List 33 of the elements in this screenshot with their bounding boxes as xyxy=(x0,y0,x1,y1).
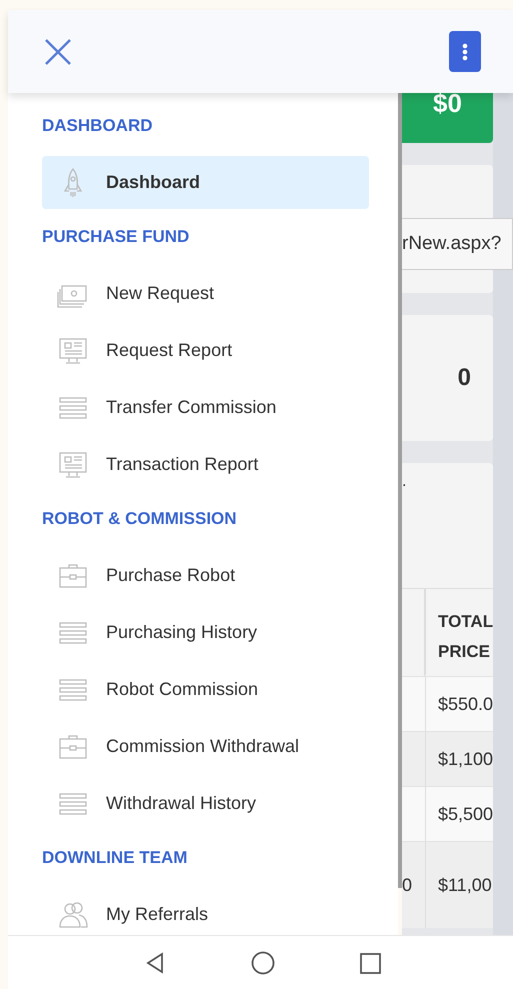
table-cell: $550.0 xyxy=(425,676,493,731)
menu-item[interactable]: Request Report xyxy=(42,324,369,377)
text-fragment: . xyxy=(402,473,406,491)
more-icon xyxy=(462,42,468,60)
menu-item[interactable]: Withdrawal History xyxy=(42,777,369,830)
menu-item[interactable]: Transfer Commission xyxy=(42,381,369,434)
recents-icon[interactable] xyxy=(360,952,381,974)
table-cell: $5,500 xyxy=(425,786,493,841)
menu-item[interactable]: Dashboard xyxy=(42,156,369,209)
link-field[interactable]: rNew.aspx? xyxy=(402,218,513,270)
section-heading: PURCHASE FUND xyxy=(42,226,190,248)
menu-item[interactable]: My Referrals xyxy=(42,888,369,935)
table-cell xyxy=(402,786,425,841)
menu-item[interactable]: Purchasing History xyxy=(42,606,369,659)
close-icon[interactable] xyxy=(44,38,72,66)
section-heading: DASHBOARD xyxy=(42,115,154,137)
menu-item[interactable]: Commission Withdrawal xyxy=(42,720,369,773)
table-cell: 0 xyxy=(402,841,425,928)
scrollbar[interactable] xyxy=(398,93,402,888)
back-icon[interactable] xyxy=(144,952,166,974)
menu-item[interactable]: Transaction Report xyxy=(42,438,369,491)
more-button[interactable] xyxy=(449,31,481,72)
menu-item[interactable]: Purchase Robot xyxy=(42,549,369,602)
count-value: 0 xyxy=(458,364,471,392)
table-cell: $1,100 xyxy=(425,731,493,786)
table-cell xyxy=(402,731,425,786)
menu-item[interactable]: New Request xyxy=(42,267,369,320)
section-heading: ROBOT & COMMISSION xyxy=(42,508,238,530)
menu-item[interactable]: Robot Commission xyxy=(42,663,369,716)
balance-amount: $0 xyxy=(433,93,462,113)
section-heading: DOWNLINE TEAM xyxy=(42,847,188,869)
home-icon[interactable] xyxy=(251,951,275,975)
table-cell: $11,00 xyxy=(425,841,493,928)
